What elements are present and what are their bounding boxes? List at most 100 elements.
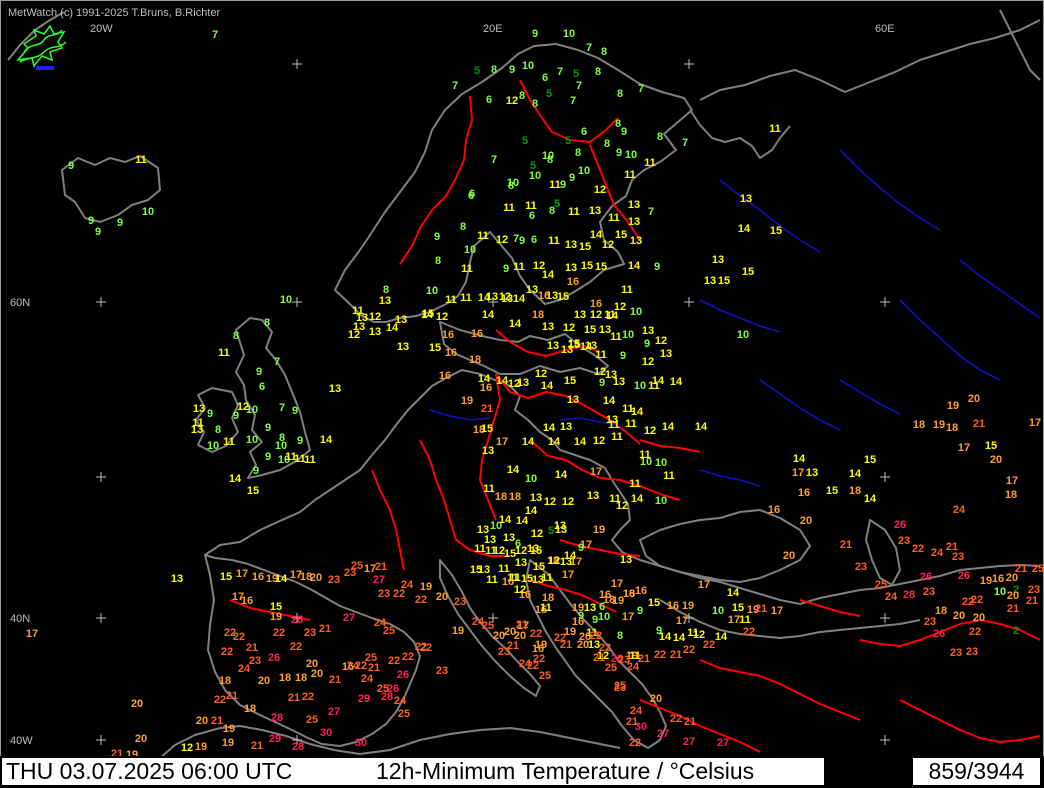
station-value: 11 [624, 169, 636, 181]
station-value: 10 [630, 306, 642, 318]
station-value: 23 [378, 588, 390, 600]
station-value: 19 [222, 737, 234, 749]
station-value: 8 [657, 131, 663, 143]
station-value: 28 [292, 741, 304, 753]
map-title: 12h-Minimum Temperature / °Celsius [376, 758, 755, 784]
station-value: 21 [670, 649, 682, 661]
station-value: 5 [554, 198, 560, 210]
station-value: 5 [522, 135, 528, 147]
station-value: 13 [630, 235, 642, 247]
station-value: 17 [26, 628, 38, 640]
station-value: 8 [435, 255, 441, 267]
station-value: 15 [864, 454, 876, 466]
station-value: 22 [703, 639, 715, 651]
station-value: 11 [568, 206, 580, 218]
station-value: 9 [616, 147, 622, 159]
station-value: 20 [131, 698, 143, 710]
station-value: 5 [474, 65, 480, 77]
station-value: 13 [555, 524, 567, 536]
station-value: 19 [420, 581, 432, 593]
station-value: 10 [994, 586, 1006, 598]
station-value: 22 [415, 594, 427, 606]
station-value: 12 [593, 435, 605, 447]
station-value: 19 [933, 419, 945, 431]
station-value: 12 [616, 500, 628, 512]
station-value: 21 [288, 692, 300, 704]
station-value: 12 [544, 496, 556, 508]
station-value: 16 [538, 290, 550, 302]
station-value: 18 [1005, 489, 1017, 501]
station-value: 21 [1007, 603, 1019, 615]
station-value: 17 [958, 442, 970, 454]
graticule-label-60n: 60N [10, 297, 30, 309]
station-count: 859/3944 [913, 758, 1040, 785]
station-value: 7 [557, 66, 563, 78]
station-value: 10 [625, 149, 637, 161]
station-value: 19 [452, 625, 464, 637]
station-value: 18 [244, 703, 256, 715]
station-value: 23 [249, 655, 261, 667]
station-value: 11 [304, 454, 316, 466]
station-value: 12 [562, 496, 574, 508]
station-value: 11 [513, 261, 525, 273]
station-value: 11 [486, 574, 498, 586]
station-value: 26 [268, 652, 280, 664]
station-value: 13 [574, 309, 586, 321]
station-value: 10 [280, 294, 292, 306]
station-value: 9 [621, 126, 627, 138]
station-value: 10 [622, 329, 634, 341]
station-value: 20 [800, 515, 812, 527]
station-value: 12 [514, 584, 526, 596]
station-value: 27 [343, 612, 355, 624]
station-value: 8 [601, 46, 607, 58]
station-value: 8 [532, 98, 538, 110]
station-value: 7 [586, 42, 592, 54]
station-value: 14 [574, 436, 587, 448]
station-value: 26 [387, 683, 399, 695]
station-value: 12 [181, 742, 193, 754]
station-value: 24 [931, 547, 944, 559]
station-value: 13 [486, 291, 498, 303]
station-value: 9 [434, 231, 440, 243]
station-value: 25 [875, 579, 887, 591]
station-value: 10 [142, 206, 154, 218]
station-value: 17 [1006, 475, 1018, 487]
station-value: 14 [738, 223, 751, 235]
station-value: 25 [398, 708, 410, 720]
station-value: 25 [351, 560, 363, 572]
station-value: 17 [771, 605, 783, 617]
station-value: 14 [516, 515, 529, 527]
station-value: 15 [595, 261, 607, 273]
station-value: 14 [628, 260, 641, 272]
station-value: 2 [1013, 625, 1019, 637]
station-value: 14 [695, 421, 708, 433]
station-value: 25 [605, 662, 617, 674]
station-value: 16 [567, 276, 579, 288]
station-value: 10 [542, 150, 554, 162]
station-value: 11 [608, 419, 620, 431]
station-value: 17 [1029, 417, 1041, 429]
station-value: 9 [297, 435, 303, 447]
station-value: 14 [482, 309, 495, 321]
station-value: 16 [241, 595, 253, 607]
station-value: 14 [631, 406, 644, 418]
station-value: 10 [246, 404, 258, 416]
station-value: 23 [454, 596, 466, 608]
station-value: 13 [482, 445, 494, 457]
station-value: 15 [220, 571, 232, 583]
station-value: 21 [684, 716, 696, 728]
station-value: 13 [613, 376, 625, 388]
station-value: 18 [509, 491, 521, 503]
weather-map: 20W 20E 60E 60N 40N 40W 1713111099991088… [7, 9, 1044, 758]
station-value: 7 [513, 233, 519, 245]
station-value: 13 [532, 574, 544, 586]
station-value: 10 [655, 457, 667, 469]
station-value: 25 [539, 670, 551, 682]
station-value: 9 [95, 226, 101, 238]
station-value: 21 [638, 653, 650, 665]
station-value: 13 [589, 205, 601, 217]
station-value: 24 [238, 663, 251, 675]
station-value: 22 [554, 632, 566, 644]
station-value: 27 [683, 736, 695, 748]
station-value: 20 [1006, 572, 1018, 584]
